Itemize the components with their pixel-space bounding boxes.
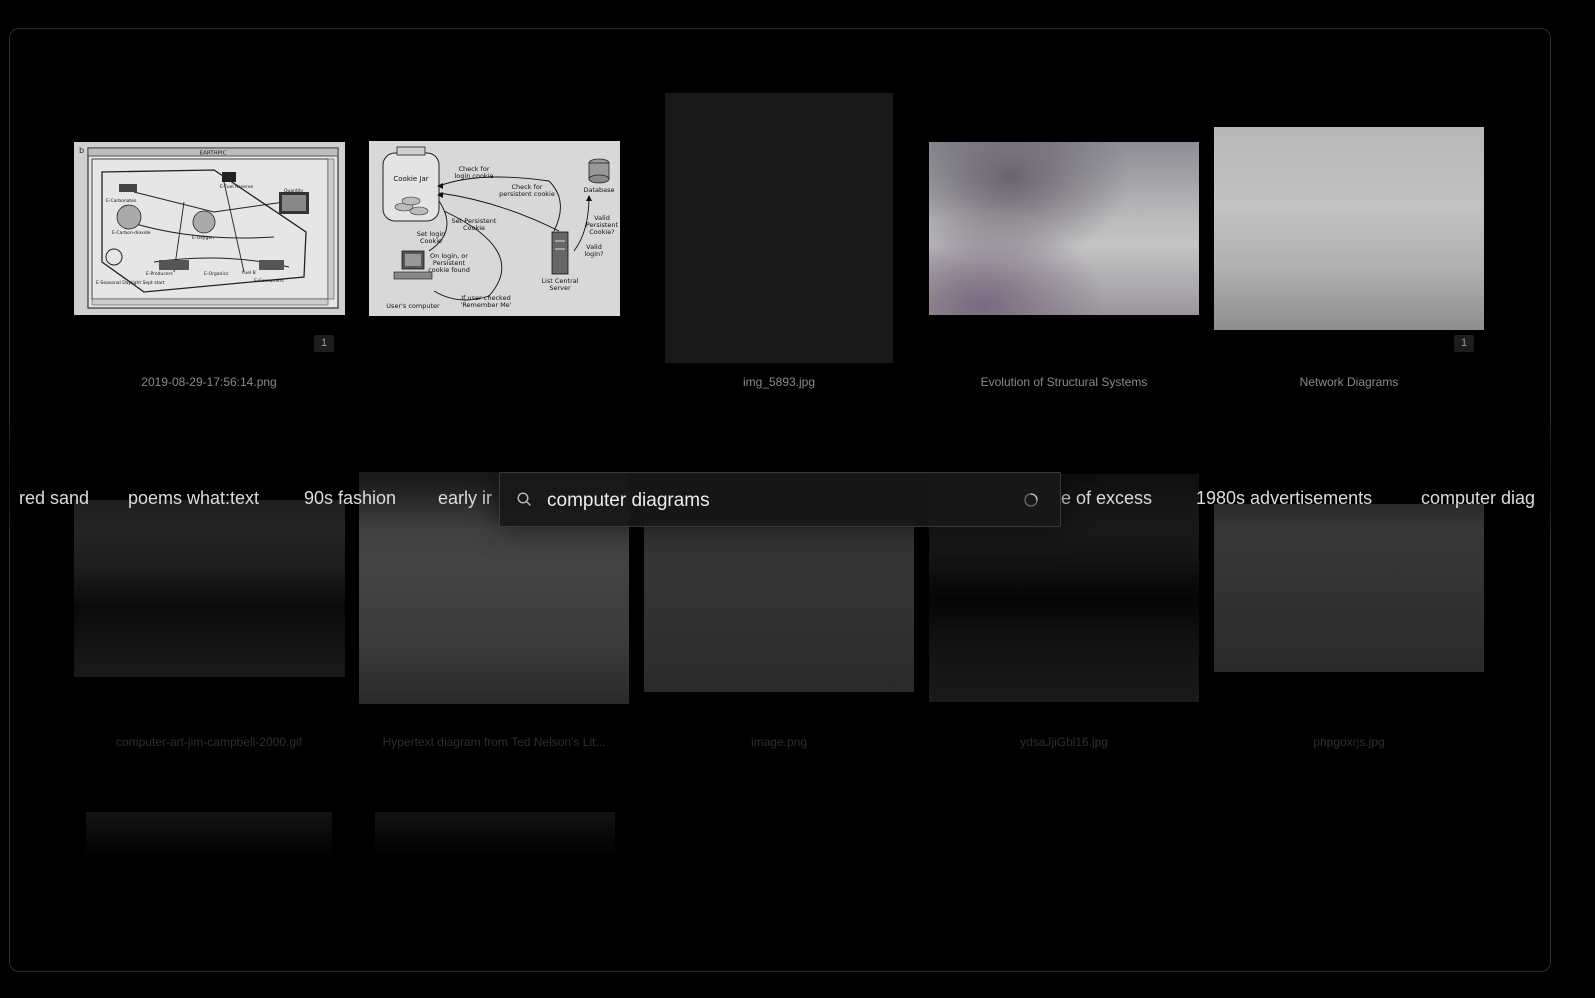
thumbnail-network-diagrams[interactable]: [1214, 127, 1484, 330]
chip-red-sand[interactable]: red sand: [19, 472, 89, 524]
count-badge: 1: [314, 335, 334, 352]
earth-diagram-image: b EARTHPIC E-Carbonates E-Carbon-dioxide…: [74, 142, 345, 315]
chip-computer-diag[interactable]: computer diag: [1421, 472, 1535, 524]
thumbnail-row3-1[interactable]: [86, 812, 332, 857]
earth-label-oxygen: E-Oxygen: [192, 235, 214, 241]
valid-login-label-2: login?: [584, 250, 603, 258]
thumbnail-caption: Evolution of Structural Systems: [980, 375, 1148, 389]
earth-label-consumers: E-Consumers: [254, 278, 284, 284]
cookie-diagram-image: Cookie Jar Database List Central Server …: [369, 141, 620, 316]
chip-excess[interactable]: e of excess: [1061, 472, 1152, 524]
chip-early[interactable]: early ir: [438, 472, 492, 524]
thumbnail-caption: img_5893.jpg: [742, 375, 816, 389]
on-login-label-3: cookie found: [428, 266, 470, 274]
thumbnail-caption: Hypertext diagram from Ted Nelson's Lit.…: [382, 735, 606, 749]
thumbnail-image-png[interactable]: [644, 520, 914, 692]
check-persistent-label-2: persistent cookie: [499, 190, 555, 198]
search-input[interactable]: [545, 473, 1009, 528]
chip-1980s-ads[interactable]: 1980s advertisements: [1196, 472, 1372, 524]
database-label: Database: [583, 186, 614, 194]
server-label-2: Server: [549, 284, 571, 292]
thumbnail-caption: Network Diagrams: [1299, 375, 1399, 389]
thumbnail-row3-2[interactable]: [375, 812, 615, 857]
loading-spinner-icon: [1024, 493, 1038, 507]
remember-label-2: 'Remember Me': [461, 301, 512, 309]
cookie-jar-label: Cookie Jar: [393, 175, 428, 183]
thumbnail-caption: image.png: [750, 735, 808, 749]
earth-label-organics: E-Organics: [204, 271, 229, 277]
thumbnail-phpgoxrjs[interactable]: [1214, 504, 1484, 672]
search-box: [499, 472, 1061, 528]
thumbnail-structural-systems[interactable]: [929, 142, 1199, 315]
earth-label-producers: E-Producers: [146, 271, 173, 277]
thumbnail-img-5893[interactable]: [665, 93, 893, 363]
valid-persistent-label-3: Cookie?: [589, 228, 615, 236]
thumbnail-caption: computer-art-jim-campbell-2000.gif: [115, 735, 303, 749]
check-login-label-2: login cookie: [455, 172, 494, 180]
thumbnail-cookie-diagram[interactable]: Cookie Jar Database List Central Server …: [369, 141, 620, 316]
thumbnail-caption: phpgoxrjs.jpg: [1313, 735, 1385, 749]
users-computer-label: User's computer: [386, 302, 440, 310]
earth-label-fuel-reserve: E-Fuel Reserve: [220, 184, 253, 190]
set-login-label-2: Cookie: [420, 237, 442, 245]
earth-label-seasonal: E-Seasonal Daylight Sept start: [96, 280, 165, 286]
earth-label-quantity: Quantity: [284, 188, 304, 194]
count-badge: 1: [1454, 335, 1474, 352]
set-persistent-label-2: Cookie: [463, 224, 485, 232]
thumbnail-caption: 2019-08-29-17:56:14.png: [141, 375, 277, 389]
chip-poems[interactable]: poems what:text: [128, 472, 259, 524]
thumbnail-jim-campbell[interactable]: [74, 500, 345, 677]
earth-corner-label: b: [79, 146, 84, 155]
thumbnail-earth-diagram[interactable]: b EARTHPIC E-Carbonates E-Carbon-dioxide…: [74, 142, 345, 315]
earth-title: EARTHPIC: [200, 151, 227, 157]
search-icon: [517, 492, 531, 506]
thumbnail-caption: ydsaJjiGbl16.jpg: [1019, 735, 1109, 749]
earth-label-carbonates: E-Carbonates: [106, 198, 137, 204]
earth-label-fuel-b: Fuel B: [242, 270, 256, 276]
earth-label-carbon-dioxide: E-Carbon-dioxide: [112, 230, 151, 236]
chip-90s-fashion[interactable]: 90s fashion: [304, 472, 396, 524]
